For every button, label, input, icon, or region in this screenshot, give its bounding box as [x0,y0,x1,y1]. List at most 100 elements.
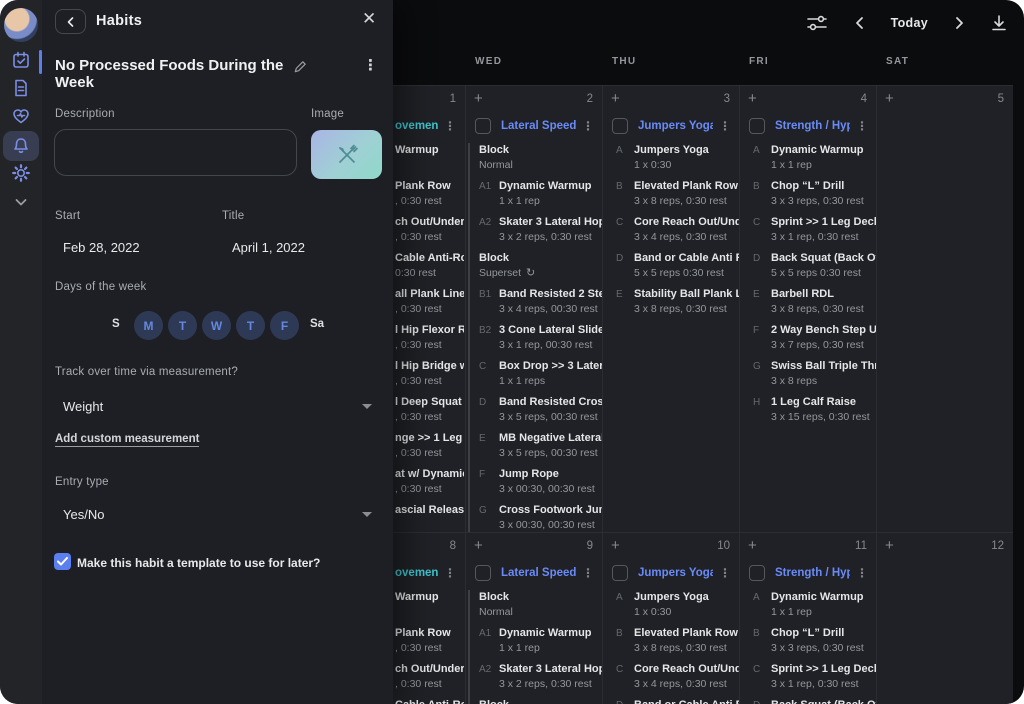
workout-title[interactable]: Strength / Hypertro... [775,120,850,132]
back-button[interactable] [55,9,86,34]
exercise-item: EMB Negative Lateral Hop...3 x 5 reps, 0… [479,431,602,461]
health-heart-icon[interactable] [11,106,31,126]
workout-checkbox[interactable] [612,118,628,134]
day-number: 5 [998,93,1004,105]
block-header: BlockNormal [479,143,602,173]
entry-type-select[interactable]: Yes/No [63,507,104,522]
workout-checkbox[interactable] [475,118,491,134]
description-input[interactable] [54,129,297,176]
workout-title[interactable]: ovement Q... [395,120,438,132]
notifications-bell-icon[interactable] [11,136,31,156]
filter-sliders-icon[interactable] [805,13,829,33]
exercise-item: l Hip Bridge w/ ..., 0:30 rest [395,359,464,389]
workout-title[interactable]: Jumpers Yoga / Core [638,567,713,579]
exercise-detail: , 0:30 rest [395,641,451,656]
add-workout-button[interactable]: + [611,91,620,106]
chevron-down-icon[interactable] [11,192,31,212]
exercise-body: MB Negative Lateral Hop...3 x 5 reps, 00… [499,431,602,461]
measurement-select[interactable]: Weight [63,399,103,414]
close-icon[interactable]: ✕ [362,9,376,29]
workout-menu-kebab-icon[interactable]: ⋮ [719,119,731,133]
exercise-name: Box Drop >> 3 Lateral H... [499,359,602,374]
workout-title[interactable]: Lateral Speed / Plyo [501,120,576,132]
habit-image-thumbnail[interactable] [311,130,382,179]
end-date-value[interactable]: April 1, 2022 [232,240,305,255]
workout-menu-kebab-icon[interactable]: ⋮ [444,119,456,133]
workout-menu-kebab-icon[interactable]: ⋮ [856,566,868,580]
add-workout-button[interactable]: + [474,91,483,106]
calendar-check-icon[interactable] [11,50,31,70]
exercise-body: at w/ Dynamic P..., 0:30 rest [395,467,464,497]
exercise-item: A1Dynamic Warmup1 x 1 rep [479,179,602,209]
previous-week-button[interactable] [853,16,867,30]
add-workout-button[interactable]: + [748,91,757,106]
day-toggle-sa[interactable]: Sa [310,318,324,330]
workout-title[interactable]: ovement Q... [395,567,438,579]
today-button[interactable]: Today [891,16,928,30]
weekday-header: WED [475,56,502,67]
settings-gear-icon[interactable] [11,163,31,183]
measurement-chevron-down-icon[interactable] [362,404,372,409]
template-checkbox[interactable] [54,553,71,570]
documents-icon[interactable] [11,78,31,98]
download-icon[interactable] [990,14,1008,32]
start-date-value[interactable]: Feb 28, 2022 [63,240,140,255]
exercise-list: AJumpers Yoga1 x 0:30BElevated Plank Row… [603,143,739,317]
exercise-body: nge >> 1 Leg St..., 0:30 rest [395,431,464,461]
weekday-header: THU [612,56,636,67]
workout-menu-kebab-icon[interactable]: ⋮ [582,119,594,133]
exercise-item: all Plank Linear ..., 0:30 rest [395,287,464,317]
habit-menu-kebab-icon[interactable]: ⋮ [363,56,378,74]
day-toggle-m[interactable]: M [134,311,163,340]
next-week-button[interactable] [952,16,966,30]
day-toggle-t[interactable]: T [168,311,197,340]
day-toggle-f[interactable]: F [270,311,299,340]
exercise-item: EStability Ball Plank Linear ...3 x 8 re… [616,287,739,317]
exercise-tag: B [616,626,634,656]
user-avatar[interactable] [4,8,38,42]
edit-pencil-icon[interactable] [293,59,308,79]
entry-type-chevron-down-icon[interactable] [362,512,372,517]
exercise-detail [395,518,464,532]
exercise-name: Sprint >> 1 Leg Declarations [771,662,876,677]
workout-checkbox[interactable] [749,565,765,581]
workout-title[interactable]: Strength / Hypertro... [775,567,850,579]
exercise-list: Warmup Plank Row, 0:30 restch Out/Under,… [394,590,464,704]
exercise-body: Band Resisted Crossover...3 x 5 reps, 00… [499,395,602,425]
workout-menu-kebab-icon[interactable]: ⋮ [582,566,594,580]
workout-title[interactable]: Lateral Speed / Plyo [501,567,576,579]
workout-checkbox[interactable] [749,118,765,134]
workout-menu-kebab-icon[interactable]: ⋮ [856,119,868,133]
exercise-tag: E [753,287,771,317]
workout-checkbox[interactable] [612,565,628,581]
day-toggle-t[interactable]: T [236,311,265,340]
day-toggle-s[interactable]: S [112,318,120,330]
exercise-detail: 3 x 8 reps, 0:30 rest [771,302,864,317]
workout-title[interactable]: Jumpers Yoga / Core [638,120,713,132]
add-workout-button[interactable]: + [474,538,483,553]
block-type: Normal [479,158,513,173]
block-type: Normal [479,605,513,620]
exercise-name: Chop “L” Drill [771,179,864,194]
workout-card-header: Strength / Hypertro... ⋮ [740,564,876,582]
exercise-name: Stability Ball Plank Linear ... [634,287,739,302]
add-custom-measurement-link[interactable]: Add custom measurement [55,433,199,447]
add-workout-button[interactable]: + [748,538,757,553]
exercise-item: Cable Anti-Rotati...0:30 rest [395,698,464,704]
workout-card-header: Strength / Hypertro... ⋮ [740,117,876,135]
day-cell: ovement Q...⋮Warmup Plank Row, 0:30 rest… [394,111,464,532]
exercise-name: l Hip Flexor Rais... [395,323,464,338]
exercise-tag: C [616,662,634,692]
workout-checkbox[interactable] [475,565,491,581]
exercise-detail: 3 x 8 reps, 0:30 rest [634,194,738,209]
exercise-name: Back Squat (Back Off Set) [771,251,876,266]
workout-menu-kebab-icon[interactable]: ⋮ [719,566,731,580]
exercise-tag: A2 [479,215,499,245]
add-workout-button[interactable]: + [611,538,620,553]
add-workout-button[interactable]: + [885,538,894,553]
exercise-body: Dynamic Warmup1 x 1 rep [499,179,592,209]
exercise-item: B1Band Resisted 2 Step Late...3 x 4 reps… [479,287,602,317]
add-workout-button[interactable]: + [885,91,894,106]
day-toggle-w[interactable]: W [202,311,231,340]
workout-menu-kebab-icon[interactable]: ⋮ [444,566,456,580]
